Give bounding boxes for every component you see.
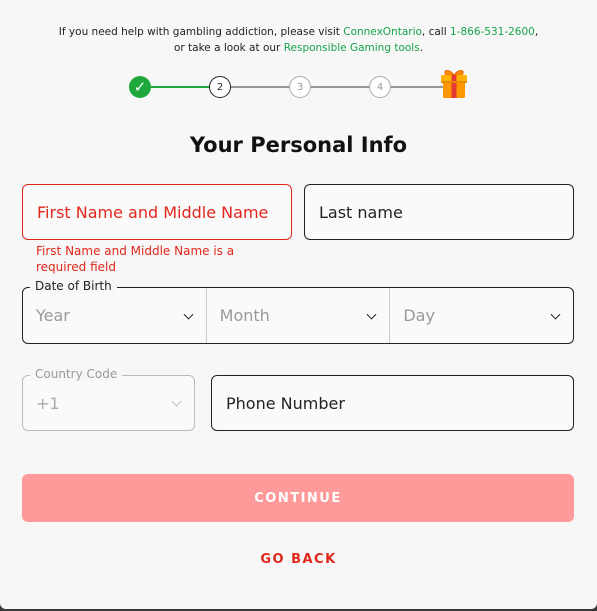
- phone-number-input[interactable]: [212, 376, 573, 430]
- chevron-down-icon: [183, 309, 194, 320]
- first-name-field[interactable]: [22, 184, 292, 240]
- day-placeholder: Day: [403, 306, 435, 325]
- help-text-3: ,: [534, 26, 539, 38]
- country-code-value: +1: [36, 393, 60, 413]
- page-title: Your Personal Info: [189, 133, 408, 157]
- help-notice: If you need help with gambling addiction…: [0, 24, 597, 56]
- help-text-4: or take a look at our: [173, 42, 284, 54]
- step-connector: [300, 86, 380, 88]
- step-2-current: 2: [209, 76, 231, 98]
- step-connector: [220, 86, 300, 88]
- first-name-input[interactable]: [23, 185, 291, 239]
- gift-icon: [441, 70, 467, 98]
- month-placeholder: Month: [219, 306, 270, 325]
- progress-stepper: ✓ 2 3 4: [0, 66, 597, 108]
- continue-button[interactable]: CONTINUE: [22, 474, 574, 522]
- step-4: 4: [369, 76, 391, 98]
- chevron-down-icon: [171, 396, 182, 407]
- country-code-label: Country Code: [30, 367, 123, 381]
- month-select[interactable]: Month: [205, 288, 390, 343]
- helpline-phone-link[interactable]: 1-866-531-2600: [450, 26, 535, 38]
- day-select[interactable]: Day: [389, 288, 573, 343]
- last-name-input[interactable]: [305, 185, 573, 239]
- year-select[interactable]: Year: [23, 288, 206, 343]
- phone-number-field[interactable]: [211, 375, 574, 431]
- go-back-button[interactable]: GO BACK: [0, 552, 597, 567]
- signup-card: If you need help with gambling addiction…: [0, 0, 597, 609]
- date-of-birth-label: Date of Birth: [30, 279, 117, 293]
- chevron-down-icon: [366, 309, 377, 320]
- connex-ontario-link[interactable]: ConnexOntario: [343, 26, 422, 38]
- chevron-down-icon: [550, 309, 561, 320]
- first-name-error: First Name and Middle Name is a required…: [36, 244, 235, 274]
- date-of-birth-group: Year Month Day: [22, 287, 574, 344]
- step-3: 3: [289, 76, 311, 98]
- help-text-1: If you need help with gambling addiction…: [58, 26, 344, 38]
- country-code-select[interactable]: +1: [22, 375, 195, 431]
- responsible-gaming-link[interactable]: Responsible Gaming tools: [284, 42, 420, 54]
- last-name-field[interactable]: [304, 184, 574, 240]
- help-text-2: , call: [421, 26, 450, 38]
- step-connector-done: [140, 86, 220, 88]
- year-placeholder: Year: [36, 306, 70, 325]
- step-1-complete-icon: ✓: [129, 76, 151, 98]
- help-text-5: .: [419, 42, 424, 54]
